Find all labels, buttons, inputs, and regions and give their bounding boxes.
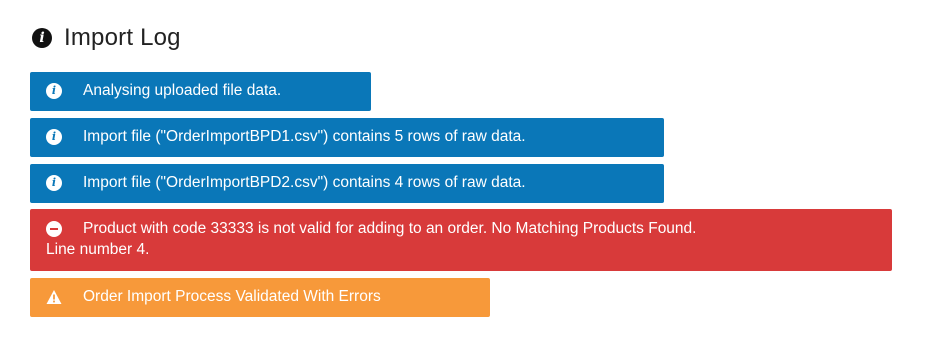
info-icon: i bbox=[46, 128, 62, 145]
info-icon: i bbox=[46, 174, 62, 191]
info-icon: i bbox=[46, 82, 62, 99]
minus-circle-icon bbox=[46, 220, 62, 237]
log-message-text: Import file ("OrderImportBPD2.csv") cont… bbox=[83, 174, 526, 191]
log-message-text: Analysing uploaded file data. bbox=[83, 82, 282, 99]
warning-triangle-icon bbox=[46, 289, 62, 305]
log-message-text: Order Import Process Validated With Erro… bbox=[83, 288, 381, 305]
page-title: Import Log bbox=[64, 24, 181, 51]
log-message-detail: Line number 4. bbox=[46, 241, 150, 258]
log-message-text: Import file ("OrderImportBPD1.csv") cont… bbox=[83, 128, 526, 145]
import-log-panel: i Import Log bbox=[30, 20, 900, 68]
info-icon: i bbox=[32, 28, 52, 48]
log-message-info: i Import file ("OrderImportBPD1.csv") co… bbox=[30, 118, 664, 157]
import-log-header: i Import Log bbox=[30, 20, 900, 56]
log-message-error: Product with code 33333 is not valid for… bbox=[30, 209, 892, 271]
log-message-info: i Import file ("OrderImportBPD2.csv") co… bbox=[30, 164, 664, 203]
log-message-info: i Analysing uploaded file data. bbox=[30, 72, 371, 111]
log-message-warning: Order Import Process Validated With Erro… bbox=[30, 278, 490, 317]
log-message-text: Product with code 33333 is not valid for… bbox=[83, 220, 697, 237]
